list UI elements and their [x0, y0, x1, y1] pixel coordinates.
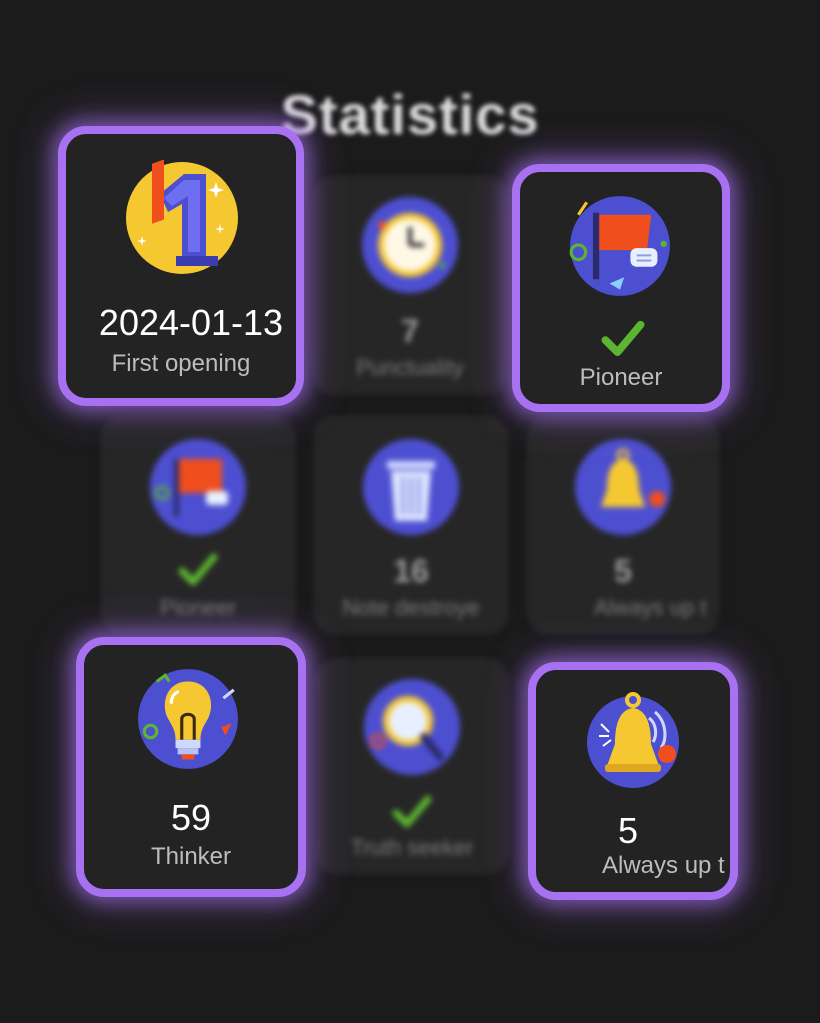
achievement-card-punctuality[interactable]: 7 Punctuality	[312, 175, 508, 395]
flag-badge-icon	[569, 196, 670, 296]
flag-badge-icon	[150, 439, 246, 535]
checkmark-icon	[392, 795, 432, 828]
achievement-value: 59	[170, 797, 212, 838]
achievement-label: Truth seeker	[350, 835, 474, 860]
achievement-label: Always up t	[602, 852, 725, 879]
bell-badge-icon	[575, 439, 671, 535]
achievement-card-truth-seeker[interactable]: Truth seeker	[315, 657, 509, 875]
achievement-label: Pioneer	[579, 364, 663, 391]
achievement-value: 16	[393, 553, 429, 589]
achievement-value: 7	[401, 313, 419, 349]
achievement-card-pioneer[interactable]: Pioneer	[512, 164, 730, 412]
clock-badge-icon	[362, 197, 458, 293]
achievement-card-pioneer-blurred[interactable]: Pioneer	[100, 415, 296, 635]
achievement-label: Thinker	[150, 843, 232, 870]
statistics-screen: Statistics 7 Punctuality Pioneer 16 Note…	[0, 0, 820, 1023]
achievement-label: Pioneer	[160, 595, 236, 620]
achievement-card-always-up-to-date-blurred[interactable]: 5 Always up t	[526, 415, 720, 635]
achievement-value: 2024-01-13	[98, 302, 284, 343]
achievement-card-note-destroyer[interactable]: 16 Note destroye	[313, 415, 509, 635]
bell-badge-icon	[587, 692, 679, 788]
achievement-card-thinker[interactable]: 59 Thinker	[76, 637, 306, 897]
achievement-label: First opening	[111, 350, 251, 377]
checkmark-icon	[601, 320, 645, 357]
achievement-label: Always up t	[594, 595, 707, 620]
magnifier-badge-icon	[364, 679, 460, 775]
checkmark-icon	[178, 553, 218, 586]
achievement-card-always-up-to-date[interactable]: 5 Always up t	[528, 662, 738, 900]
achievement-value: 5	[614, 553, 632, 589]
lightbulb-badge-icon	[138, 669, 238, 769]
achievement-card-first-opening[interactable]: 2024-01-13 First opening	[58, 126, 304, 406]
achievement-label: Note destroye	[342, 595, 480, 620]
achievement-label: Punctuality	[356, 355, 464, 380]
achievement-value: 5	[617, 810, 639, 851]
number-one-badge-icon	[126, 160, 238, 274]
trash-badge-icon	[363, 439, 459, 535]
